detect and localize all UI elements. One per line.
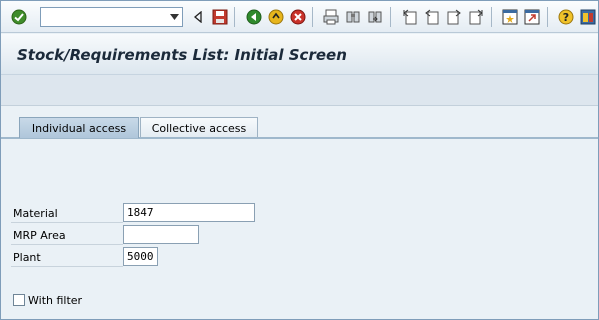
back-triangle-icon[interactable] (189, 8, 207, 26)
previous-page-icon[interactable] (423, 8, 441, 26)
command-input[interactable] (43, 9, 163, 25)
layout-icon[interactable] (579, 8, 597, 26)
tab-label: Individual access (31, 122, 127, 135)
material-label: Material (13, 207, 58, 220)
mrp-area-label-row: MRP Area (11, 226, 123, 245)
chevron-down-icon[interactable] (166, 8, 182, 26)
material-input[interactable]: 1847 (123, 203, 255, 222)
last-page-icon[interactable] (467, 8, 485, 26)
plant-label-row: Plant (11, 248, 123, 267)
page-title: Stock/Requirements List: Initial Screen (17, 46, 347, 64)
application-toolbar (1, 75, 598, 106)
enter-icon[interactable] (10, 8, 28, 26)
sap-window: ? Stock/Requirements List: Initial Scree… (0, 0, 599, 320)
help-icon[interactable]: ? (557, 8, 575, 26)
command-field[interactable] (40, 7, 183, 27)
shortcut-icon[interactable] (523, 8, 541, 26)
system-toolbar: ? (1, 1, 598, 33)
mrp-area-label: MRP Area (13, 229, 66, 242)
title-bar: Stock/Requirements List: Initial Screen (1, 34, 598, 75)
cancel-icon[interactable] (289, 8, 307, 26)
next-page-icon[interactable] (445, 8, 463, 26)
find-next-icon[interactable] (366, 8, 384, 26)
plant-input[interactable]: 5000 (123, 247, 158, 266)
tab-individual-access[interactable]: Individual access (19, 117, 139, 138)
create-session-icon[interactable] (501, 8, 519, 26)
tab-label: Collective access (151, 122, 247, 135)
find-icon[interactable] (344, 8, 362, 26)
with-filter-label: With filter (28, 294, 83, 307)
exit-icon[interactable] (267, 8, 285, 26)
first-page-icon[interactable] (401, 8, 419, 26)
material-label-row: Material (11, 204, 123, 223)
back-icon[interactable] (245, 8, 263, 26)
plant-label: Plant (13, 251, 41, 264)
tab-collective-access[interactable]: Collective access (140, 117, 258, 138)
svg-text:?: ? (563, 11, 569, 24)
with-filter-checkbox[interactable] (13, 294, 25, 306)
save-icon[interactable] (211, 8, 229, 26)
mrp-area-input[interactable] (123, 225, 199, 244)
print-icon[interactable] (322, 8, 340, 26)
